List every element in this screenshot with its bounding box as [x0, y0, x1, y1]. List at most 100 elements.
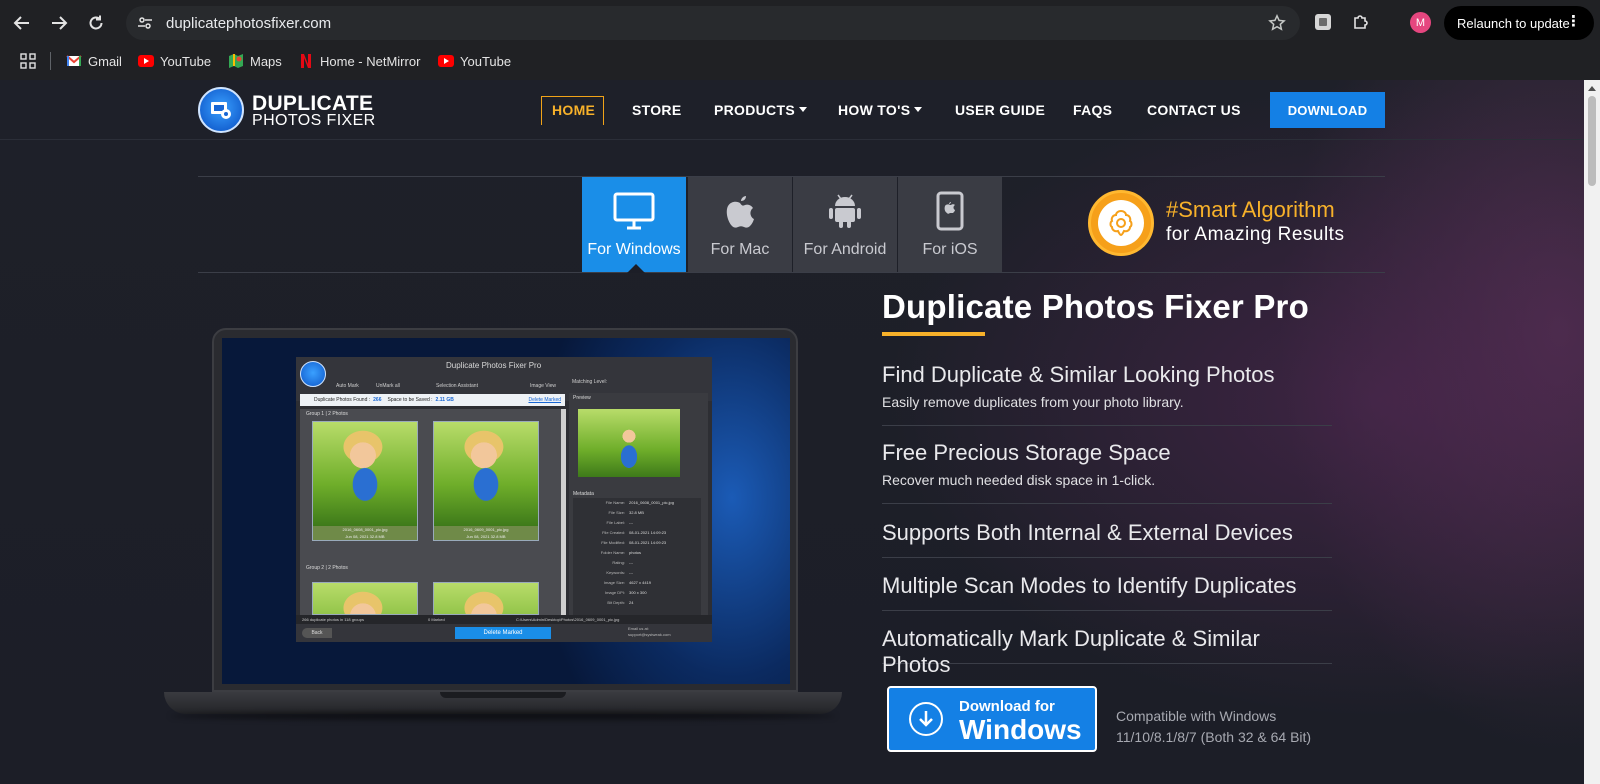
- download-for-windows-button[interactable]: Download for Windows: [887, 686, 1097, 752]
- nav-products[interactable]: PRODUCTS: [714, 102, 807, 118]
- relaunch-to-update-button[interactable]: Relaunch to update ⋮: [1444, 6, 1594, 40]
- smart-algorithm-title: #Smart Algorithm: [1166, 197, 1335, 222]
- reload-icon: [89, 15, 103, 30]
- tab-android[interactable]: For Android: [793, 177, 897, 272]
- site-header: DUPLICATE PHOTOS FIXER HOME STORE PRODUC…: [0, 80, 1584, 140]
- bookmark-label: YouTube: [160, 53, 212, 69]
- bookmark-youtube-2[interactable]: YouTube: [438, 50, 511, 72]
- arrow-left-icon: [13, 16, 29, 30]
- app-screenshot: Duplicate Photos Fixer Pro Auto Mark UnM…: [296, 357, 712, 642]
- compat-line1: Compatible with Windows: [1116, 708, 1277, 724]
- photo-meta: Jun 08, 2021 32.8 MB: [313, 533, 417, 540]
- feature-heading: Multiple Scan Modes to Identify Duplicat…: [882, 573, 1297, 598]
- gmail-icon: [66, 53, 82, 69]
- site-logo[interactable]: [198, 87, 244, 133]
- relaunch-label: Relaunch to update: [1457, 15, 1570, 31]
- bookmark-netmirror[interactable]: Home - NetMirror: [298, 50, 420, 72]
- space-value: 2.11 GB: [435, 397, 454, 403]
- bookmark-separator: [50, 52, 51, 70]
- header-download-button[interactable]: DOWNLOAD: [1270, 92, 1385, 128]
- metadata-key: Folder Name:: [600, 550, 625, 555]
- profile-initial: M: [1415, 16, 1426, 29]
- youtube-icon: [138, 53, 154, 69]
- metadata-value: 4627 x 4419: [629, 580, 652, 585]
- forward-button[interactable]: [45, 9, 73, 37]
- nav-home[interactable]: HOME: [552, 102, 595, 118]
- feature-subtext: Easily remove duplicates from your photo…: [882, 394, 1184, 410]
- photo-thumb: [433, 582, 539, 615]
- metadata-label: Metadata: [573, 491, 594, 497]
- nav-howtos[interactable]: HOW TO'S: [838, 102, 923, 118]
- app-back-button: Back: [302, 628, 332, 638]
- app-bottom-bar: Back Delete Marked Email us at: support@…: [296, 624, 712, 642]
- tab-windows[interactable]: For Windows: [582, 177, 686, 272]
- extension-button[interactable]: [1313, 12, 1333, 32]
- bookmark-star-button[interactable]: [1266, 12, 1288, 34]
- laptop-notch: [440, 692, 566, 698]
- photo-image: [434, 422, 538, 526]
- feature-item: Supports Both Internal & External Device…: [882, 520, 1332, 558]
- status-path: C:\Users\Admin\Desktop\Photos\2016_0609_…: [516, 617, 620, 622]
- feature-heading: Automatically Mark Duplicate & Similar P…: [882, 626, 1260, 677]
- caret-down-icon: [798, 107, 807, 112]
- photo-thumb: 2016_0608_0001_pic.jpg Jun 08, 2021 32.8…: [312, 421, 418, 541]
- laptop-shadow: [170, 712, 836, 720]
- status-marked: 0 Marked: [428, 617, 445, 622]
- scrollbar-thumb[interactable]: [1588, 96, 1596, 186]
- metadata-value: 2016_0608_0001_pic.jpg: [629, 500, 674, 505]
- app-email-info: Email us at: support@systweak.com: [628, 626, 671, 638]
- app-delete-marked-button: Delete Marked: [455, 627, 551, 639]
- group-label: Group 2 | 2 Photos: [306, 565, 348, 571]
- group-label: Group 1 | 2 Photos: [306, 411, 348, 417]
- app-title: Duplicate Photos Fixer Pro: [446, 361, 542, 370]
- scroll-up-arrow-icon[interactable]: [1588, 86, 1596, 91]
- active-tab-pointer: [627, 264, 645, 273]
- app-tool-automark: Auto Mark: [336, 383, 359, 389]
- app-grid-scrollbar: [561, 409, 566, 615]
- star-icon: [1268, 14, 1286, 31]
- metadata-value: 300 x 300: [629, 590, 647, 595]
- photo-caption: 2016_0608_0001_pic.jpg: [313, 526, 417, 533]
- status-groups: 266 duplicate photos in 118 groups: [302, 617, 364, 622]
- profile-avatar[interactable]: M: [1410, 12, 1431, 33]
- compat-line2: 11/10/8.1/8/7 (Both 32 & 64 Bit): [1116, 729, 1312, 745]
- youtube-icon: [438, 53, 454, 69]
- tab-label: For iOS: [922, 241, 978, 258]
- more-vertical-icon[interactable]: ⋮: [1566, 13, 1581, 31]
- arrow-right-icon: [52, 16, 68, 30]
- title-underline: [882, 332, 985, 336]
- nav-contact[interactable]: CONTACT US: [1147, 102, 1241, 118]
- metadata-key: Image Size:: [603, 580, 625, 585]
- metadata-value: 08-01-2021 14:09:23: [629, 530, 667, 535]
- apps-grid-icon[interactable]: [20, 53, 36, 69]
- win-btn-line2: Windows: [959, 714, 1082, 745]
- back-button[interactable]: [8, 9, 36, 37]
- win-btn-line1: Download for: [959, 698, 1055, 715]
- feature-item: Multiple Scan Modes to Identify Duplicat…: [882, 573, 1332, 611]
- nav-faqs[interactable]: FAQS: [1073, 102, 1112, 118]
- tab-ios[interactable]: For iOS: [898, 177, 1002, 272]
- photo-meta: Jun 08, 2021 32.8 MB: [434, 533, 538, 540]
- found-value: 266: [373, 397, 382, 403]
- metadata-value: ---: [629, 520, 633, 525]
- feature-heading: Supports Both Internal & External Device…: [882, 520, 1293, 545]
- metadata-key: Bit Depth:: [607, 600, 625, 605]
- logo-title: DUPLICATE: [252, 92, 374, 115]
- feature-heading: Free Precious Storage Space: [882, 440, 1171, 465]
- nav-user-guide[interactable]: USER GUIDE: [955, 102, 1045, 118]
- address-bar[interactable]: duplicatephotosfixer.com: [126, 6, 1300, 40]
- site-settings-button[interactable]: [132, 10, 158, 36]
- bookmark-gmail[interactable]: Gmail: [66, 50, 122, 72]
- logo-subtitle: PHOTOS FIXER: [252, 112, 376, 129]
- photo-image: [313, 422, 417, 526]
- extensions-menu-button[interactable]: [1351, 12, 1371, 32]
- tab-mac[interactable]: For Mac: [688, 177, 792, 272]
- caret-down-icon: [914, 107, 923, 112]
- web-page: DUPLICATE PHOTOS FIXER HOME STORE PRODUC…: [0, 80, 1584, 784]
- tab-label: For Mac: [710, 241, 770, 258]
- bookmark-maps[interactable]: Maps: [228, 50, 282, 72]
- nav-store[interactable]: STORE: [632, 102, 681, 118]
- bookmark-label: Gmail: [88, 53, 122, 69]
- reload-button[interactable]: [82, 9, 110, 37]
- bookmark-youtube[interactable]: YouTube: [138, 50, 211, 72]
